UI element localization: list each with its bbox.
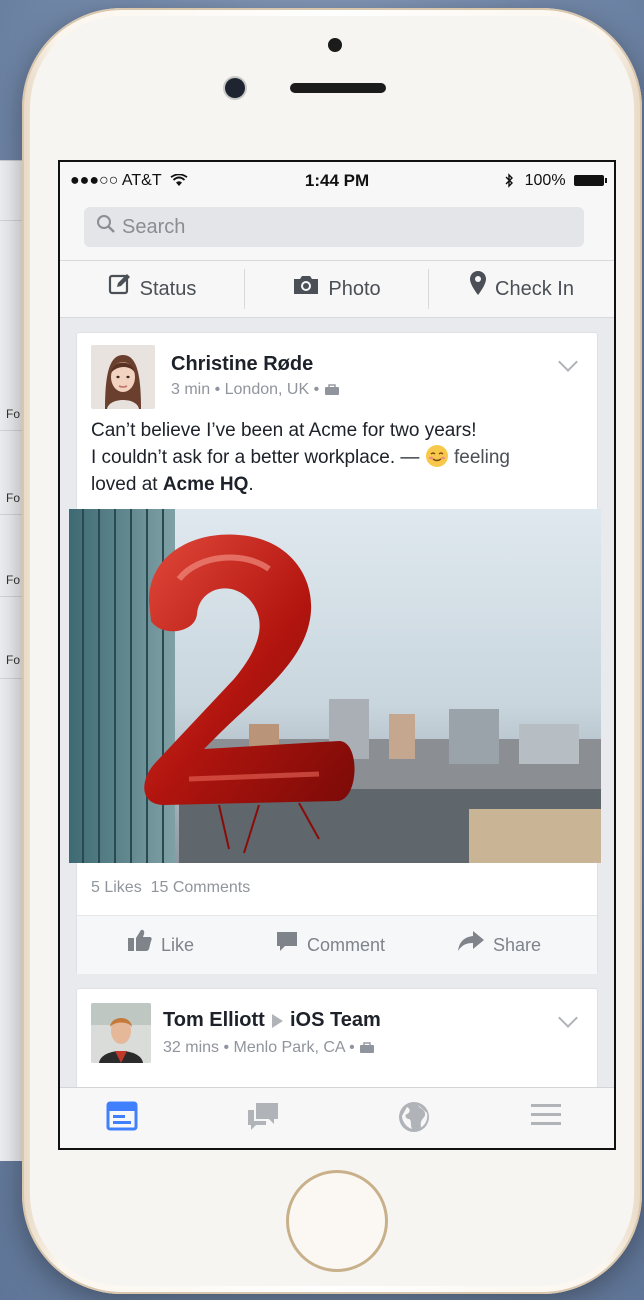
background-label: Fo [6, 573, 21, 587]
like-button[interactable]: Like [127, 916, 194, 974]
post-author[interactable]: Tom Elliott [163, 1009, 265, 1031]
place-link[interactable]: Acme HQ [163, 474, 249, 495]
front-camera [225, 78, 245, 98]
search-placeholder: Search [122, 216, 186, 238]
share-button[interactable]: Share [457, 916, 541, 974]
globe-icon [399, 1102, 429, 1132]
background-label: Fo [6, 653, 21, 667]
earpiece-speaker [290, 83, 386, 93]
thumbs-up-icon [127, 917, 153, 975]
battery-status: 100% [504, 172, 607, 190]
photo-label: Photo [328, 278, 381, 300]
comment-button[interactable]: Comment [275, 916, 385, 974]
status-bar: ●●●○○ AT&T 1:44 PM 100% [60, 162, 614, 200]
background-label: Fo [6, 407, 21, 421]
search-input[interactable]: Search [84, 207, 584, 247]
status-button[interactable]: Status [60, 261, 244, 317]
tab-menu[interactable] [530, 1101, 566, 1135]
home-button[interactable] [286, 1170, 388, 1272]
arrow-right-icon [270, 1009, 284, 1031]
chevron-down-icon[interactable] [558, 352, 578, 372]
comment-label: Comment [307, 935, 386, 955]
checkin-button[interactable]: Check In [429, 261, 614, 317]
post-meta: 3 min • London, UK • [171, 381, 340, 399]
tab-messages[interactable] [246, 1101, 282, 1135]
post-text-line: loved at Acme HQ. [91, 471, 571, 498]
post-text-line: Can’t believe I’ve been at Acme for two … [91, 420, 477, 441]
like-label: Like [161, 935, 195, 955]
battery-label: 100% [524, 172, 566, 189]
checkin-label: Check In [495, 278, 574, 300]
post-author-line: Tom Elliott iOS Team [163, 1009, 381, 1032]
location-pin-icon [469, 262, 487, 318]
search-icon [96, 208, 116, 248]
post-stats[interactable]: 5 Likes 15 Comments [91, 879, 250, 897]
post-group[interactable]: iOS Team [290, 1009, 381, 1031]
briefcase-icon [324, 381, 340, 398]
feeling-label: feeling [454, 447, 510, 468]
battery-icon [574, 175, 607, 187]
post-text-fragment: . [248, 474, 254, 495]
sensor [328, 38, 342, 52]
share-label: Share [493, 935, 542, 955]
photo-button[interactable]: Photo [245, 261, 428, 317]
camera-icon [292, 262, 320, 318]
post-photo[interactable] [69, 509, 601, 863]
likes-count[interactable]: 5 Likes [91, 879, 142, 896]
news-feed-icon [106, 1101, 138, 1131]
share-icon [457, 917, 485, 975]
phone-screen: ●●●○○ AT&T 1:44 PM 100% Search Status Ph… [58, 160, 616, 1150]
post-text-fragment: loved at [91, 474, 163, 495]
post-actions: Like Comment Share [77, 915, 597, 974]
post-text: Can’t believe I’ve been at Acme for two … [91, 417, 571, 498]
post-author[interactable]: Christine Røde [171, 353, 313, 376]
composer-bar: Status Photo Check In [60, 260, 614, 318]
messages-icon [248, 1103, 278, 1130]
tab-globe[interactable] [398, 1101, 434, 1135]
post-meta-text: 32 mins • Menlo Park, CA • [163, 1039, 355, 1056]
post-card: Christine Røde 3 min • London, UK • Can’… [69, 332, 601, 974]
post-meta: 32 mins • Menlo Park, CA • [163, 1039, 375, 1057]
post-meta-text: 3 min • London, UK • [171, 381, 320, 398]
tab-news-feed[interactable] [106, 1101, 142, 1135]
chevron-down-icon[interactable] [558, 1008, 578, 1028]
bluetooth-icon [505, 173, 514, 188]
search-bar: Search [60, 200, 614, 260]
tab-bar [60, 1087, 614, 1148]
comment-icon [275, 917, 299, 975]
menu-icon [531, 1104, 561, 1125]
briefcase-icon [359, 1039, 375, 1056]
feeling-emoji-icon [425, 445, 449, 468]
avatar[interactable] [91, 1003, 151, 1063]
background-label: Fo [6, 491, 21, 505]
edit-icon [108, 262, 132, 318]
status-label: Status [139, 278, 197, 300]
comments-count[interactable]: 15 Comments [151, 879, 251, 896]
post-text-line: I couldn’t ask for a better workplace. —… [91, 444, 571, 471]
post-text-fragment: I couldn’t ask for a better workplace. — [91, 447, 425, 468]
avatar[interactable] [91, 345, 155, 409]
